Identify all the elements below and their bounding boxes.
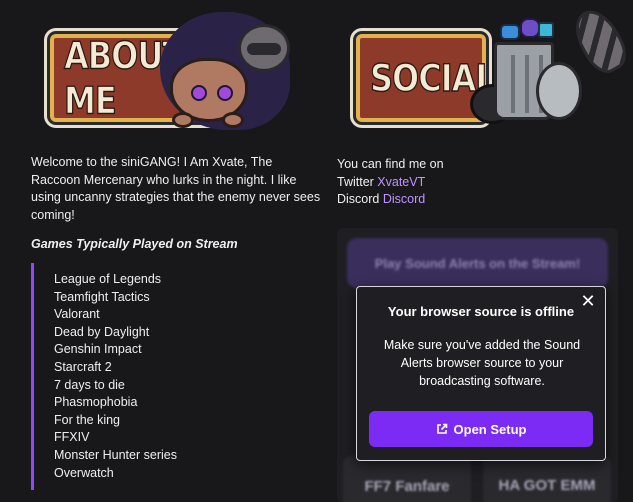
discord-label: Discord (337, 192, 380, 207)
mascot-right-paw (222, 112, 244, 128)
list-item: Teamfight Tactics (54, 289, 150, 304)
modal-heading: Your browser source is offline (387, 304, 575, 319)
modal-body: Make sure you've added the Sound Alerts … (383, 338, 581, 388)
list-item: Overwatch (54, 465, 114, 480)
discord-row: Discord Discord (337, 191, 597, 209)
games-heading: Games Typically Played on Stream (31, 237, 238, 251)
discord-link[interactable]: Discord (383, 192, 425, 206)
list-item: Dead by Daylight (54, 324, 150, 339)
socials-text: You can find me on Twitter XvateVT Disco… (337, 156, 597, 209)
mascot-left-eye (191, 85, 207, 101)
list-item: Phasmophobia (54, 395, 138, 410)
twitter-row: Twitter XvateVT (337, 174, 597, 192)
about-intro-text: Welcome to the siniGANG! I Am Xvate, The… (31, 155, 321, 222)
twitter-link[interactable]: XvateVT (377, 175, 425, 189)
socials-banner: SOCIALS (356, 34, 518, 122)
games-list: League of Legends Teamfight Tactics Valo… (31, 263, 291, 490)
mascot-left-paw (172, 112, 194, 128)
external-link-icon (436, 423, 448, 435)
trash-can-stripe (525, 55, 529, 113)
list-item: FFXIV (54, 430, 90, 445)
trash-item (500, 24, 520, 40)
open-setup-button[interactable]: Open Setup (369, 411, 593, 447)
open-setup-label: Open Setup (453, 421, 527, 437)
raccoon-head (238, 24, 290, 72)
mascot-right-eye (217, 85, 233, 101)
list-item: League of Legends (54, 272, 162, 286)
trash-item (538, 22, 554, 38)
raccoon-mask (247, 43, 281, 55)
offline-modal: ✕ Your browser source is offline Make su… (356, 286, 606, 461)
list-item: Starcraft 2 (54, 359, 112, 374)
list-item: Monster Hunter series (54, 447, 177, 462)
list-item: For the king (54, 412, 121, 427)
trash-can-stripe (511, 55, 515, 113)
sound-alert-card-ha-got-emm[interactable]: HA GOT EMM (483, 456, 611, 502)
sound-alert-card-ff7-fanfare[interactable]: FF7 Fanfare (343, 456, 471, 502)
list-item: Genshin Impact (54, 342, 142, 357)
trash-contents (500, 18, 556, 44)
list-item: 7 days to die (54, 377, 125, 392)
sound-alerts-title: Play Sound Alerts on the Stream! (347, 238, 608, 288)
list-item: Valorant (54, 307, 100, 322)
raccoon-tail (566, 2, 633, 80)
trash-can-lid (536, 62, 582, 120)
trash-item (520, 18, 540, 38)
socials-intro: You can find me on (337, 157, 444, 171)
twitter-label: Twitter (337, 174, 374, 189)
